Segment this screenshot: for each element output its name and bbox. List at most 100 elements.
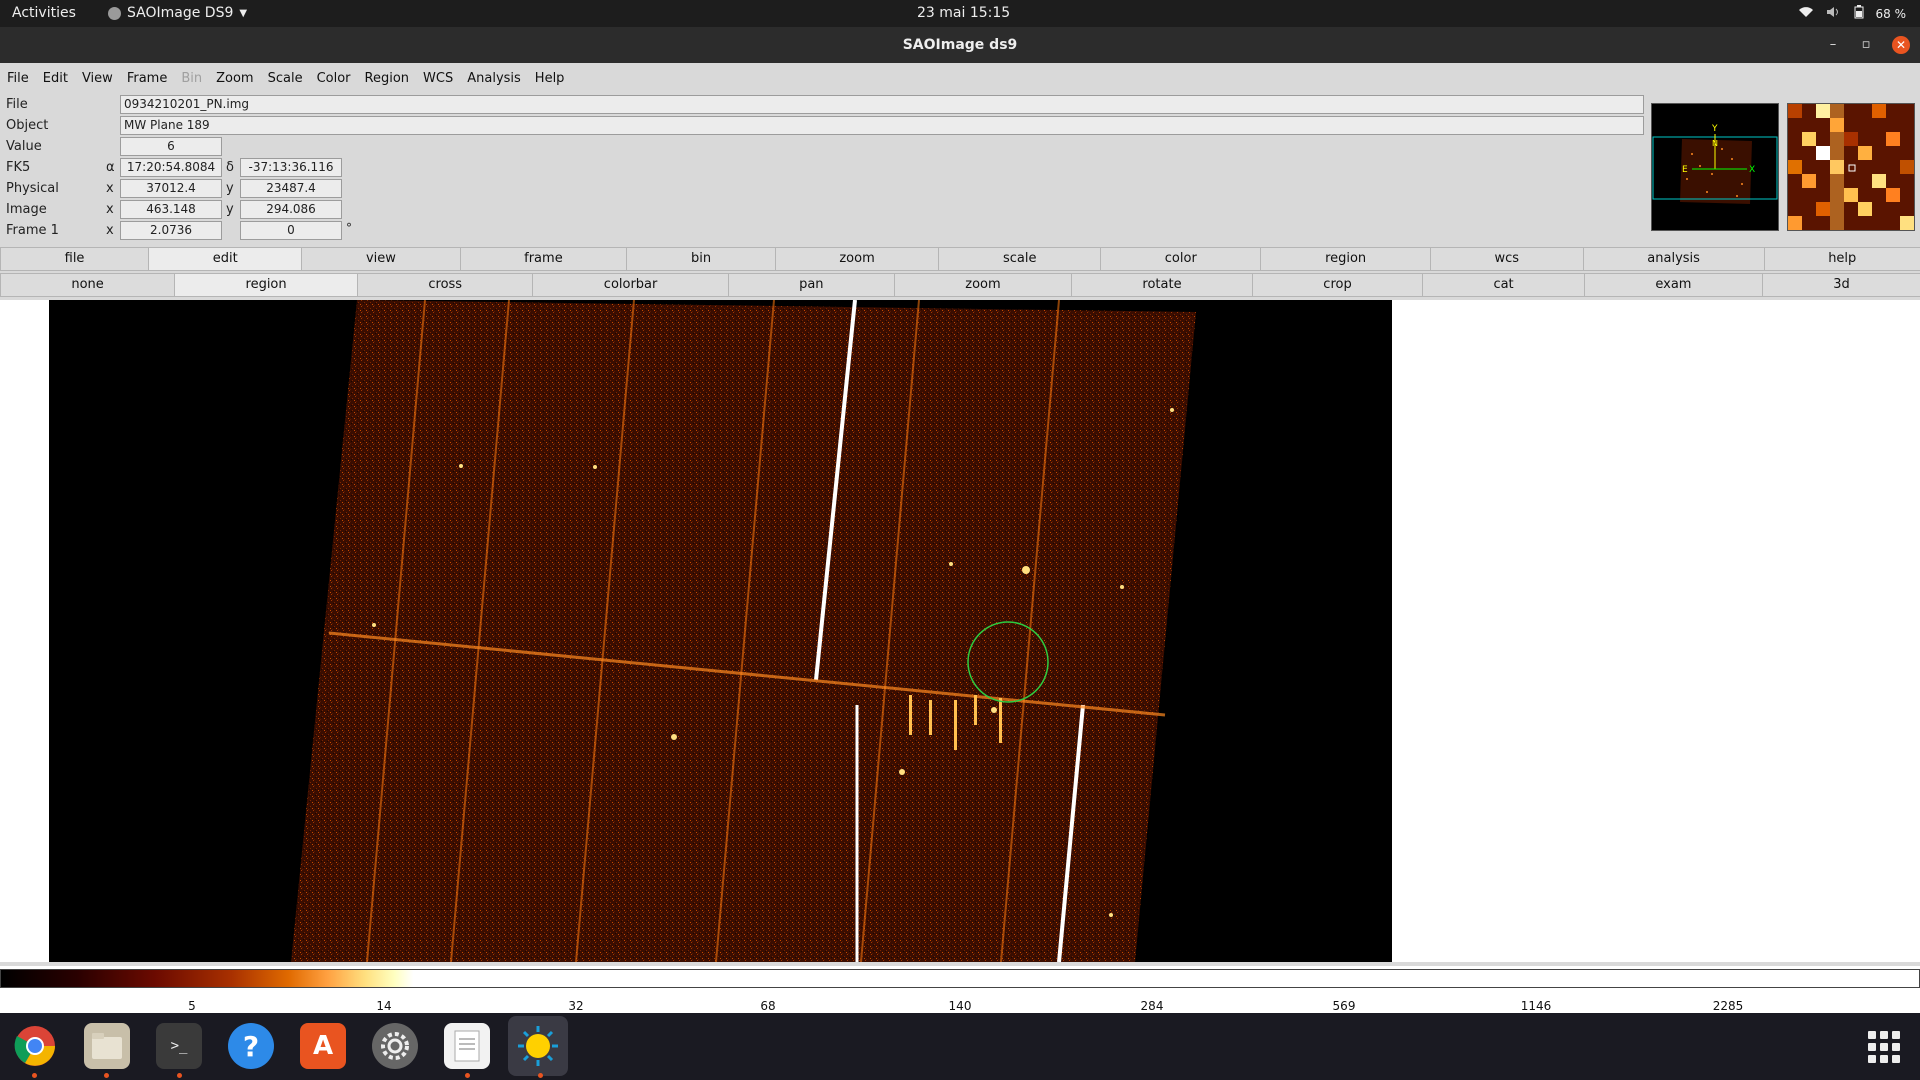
btn-edit-exam[interactable]: exam (1584, 273, 1763, 297)
activities-button[interactable]: Activities (12, 5, 76, 21)
object-label: Object (6, 118, 49, 133)
physical-x-symbol: x (106, 181, 114, 196)
btn-analysis[interactable]: analysis (1582, 247, 1765, 271)
image-x-symbol: x (106, 202, 114, 217)
btn-scale[interactable]: scale (938, 247, 1102, 271)
wifi-icon (1798, 6, 1814, 21)
btn-color[interactable]: color (1100, 247, 1262, 271)
xray-image[interactable] (49, 300, 1392, 962)
chevron-down-icon: ▼ (239, 7, 248, 19)
btn-view[interactable]: view (301, 247, 461, 271)
running-indicator (177, 1073, 182, 1078)
menu-wcs[interactable]: WCS (416, 71, 460, 86)
image-y-symbol: y (226, 202, 234, 217)
btn-edit-zoom[interactable]: zoom (893, 273, 1073, 297)
running-indicator (104, 1073, 109, 1078)
btn-edit-colorbar[interactable]: colorbar (532, 273, 729, 297)
colorbar[interactable] (0, 969, 1920, 988)
btn-bin[interactable]: bin (626, 247, 776, 271)
menu-region[interactable]: Region (358, 71, 417, 86)
ds9-icon[interactable] (508, 1016, 568, 1076)
btn-frame[interactable]: frame (459, 247, 628, 271)
menu-frame[interactable]: Frame (120, 71, 175, 86)
show-apps-icon[interactable] (1868, 1031, 1900, 1063)
btn-edit-rotate[interactable]: rotate (1071, 273, 1253, 297)
btn-edit-region[interactable]: region (174, 273, 358, 297)
menu-file[interactable]: File (0, 71, 36, 86)
image-x-value: 463.148 (120, 200, 222, 219)
minimize-icon[interactable]: – (1824, 36, 1842, 54)
btn-edit-3d[interactable]: 3d (1761, 273, 1920, 297)
menu-help[interactable]: Help (528, 71, 572, 86)
terminal-icon[interactable]: >_ (156, 1023, 202, 1069)
image-display[interactable] (0, 300, 1920, 962)
btn-help[interactable]: help (1763, 247, 1920, 271)
running-indicator (465, 1073, 470, 1078)
info-row-object: Object MW Plane 189 (0, 116, 1650, 136)
app-menu[interactable]: SAOImage DS9 ▼ (108, 5, 247, 21)
app-menu-label: SAOImage DS9 (127, 5, 234, 21)
menu-color[interactable]: Color (310, 71, 358, 86)
dock: >_ ? A (0, 1013, 1920, 1080)
chrome-icon[interactable] (12, 1023, 58, 1069)
alpha-symbol: α (106, 160, 115, 175)
physical-x-value: 37012.4 (120, 179, 222, 198)
info-row-fk5: FK5 α 17:20:54.8084 δ -37:13:36.116 (0, 158, 1650, 178)
btn-edit[interactable]: edit (148, 247, 303, 271)
frame-label: Frame 1 (6, 223, 59, 238)
colorbar-tick: 140 (948, 999, 972, 1013)
colorbar-tick: 32 (568, 999, 584, 1013)
menu-zoom[interactable]: Zoom (209, 71, 260, 86)
clock[interactable]: 23 mai 15:15 (917, 5, 1010, 21)
ds9-app-icon (108, 6, 121, 20)
menu-scale[interactable]: Scale (261, 71, 310, 86)
close-icon[interactable]: ✕ (1892, 36, 1910, 54)
fk5-alpha-value: 17:20:54.8084 (120, 158, 222, 177)
system-tray[interactable]: 68 % (1798, 5, 1906, 22)
svg-text:E: E (1682, 165, 1688, 175)
files-icon[interactable] (84, 1023, 130, 1069)
text-editor-icon[interactable] (444, 1023, 490, 1069)
svg-text:Y: Y (1711, 124, 1718, 134)
physical-label: Physical (6, 181, 59, 196)
colorbar-area[interactable]: 5 14 32 68 140 284 569 1146 2285 (0, 966, 1920, 1013)
running-indicator (32, 1073, 37, 1078)
btn-edit-pan[interactable]: pan (727, 273, 895, 297)
file-value: 0934210201_PN.img (120, 95, 1644, 114)
menu-bin: Bin (181, 70, 203, 86)
panner[interactable]: Y X E N (1651, 103, 1779, 231)
colorbar-tick: 68 (760, 999, 776, 1013)
menu-view[interactable]: View (75, 71, 120, 86)
btn-edit-cross[interactable]: cross (357, 273, 534, 297)
btn-edit-crop[interactable]: crop (1251, 273, 1424, 297)
volume-icon (1826, 6, 1842, 21)
btn-edit-none[interactable]: none (0, 273, 176, 297)
image-y-value: 294.086 (240, 200, 342, 219)
menu-edit[interactable]: Edit (36, 71, 75, 86)
object-value: MW Plane 189 (120, 116, 1644, 135)
system-top-bar: Activities SAOImage DS9 ▼ 23 mai 15:15 6… (0, 0, 1920, 27)
btn-zoom[interactable]: zoom (774, 247, 940, 271)
help-icon[interactable]: ? (228, 1023, 274, 1069)
image-label: Image (6, 202, 47, 217)
btn-file[interactable]: file (0, 247, 150, 271)
info-row-image: Image x 463.148 y 294.086 (0, 200, 1650, 220)
btn-edit-cat[interactable]: cat (1422, 273, 1586, 297)
btn-wcs[interactable]: wcs (1429, 247, 1584, 271)
colorbar-tick: 1146 (1520, 999, 1552, 1013)
maximize-icon[interactable]: ▫ (1857, 36, 1875, 54)
colorbar-tick: 5 (188, 999, 196, 1013)
colorbar-tick: 2285 (1712, 999, 1744, 1013)
svg-text:N: N (1712, 139, 1718, 148)
menu-analysis[interactable]: Analysis (460, 71, 528, 86)
window-titlebar[interactable]: SAOImage ds9 – ▫ ✕ (0, 27, 1920, 63)
settings-icon[interactable] (372, 1023, 418, 1069)
image-frame[interactable] (49, 300, 1392, 962)
button-bar-edit: none region cross colorbar pan zoom rota… (0, 273, 1920, 297)
colorbar-tick: 569 (1332, 999, 1356, 1013)
software-icon[interactable]: A (300, 1023, 346, 1069)
btn-region[interactable]: region (1260, 247, 1431, 271)
battery-icon (1854, 5, 1864, 22)
physical-y-value: 23487.4 (240, 179, 342, 198)
colorbar-tick: 284 (1140, 999, 1164, 1013)
